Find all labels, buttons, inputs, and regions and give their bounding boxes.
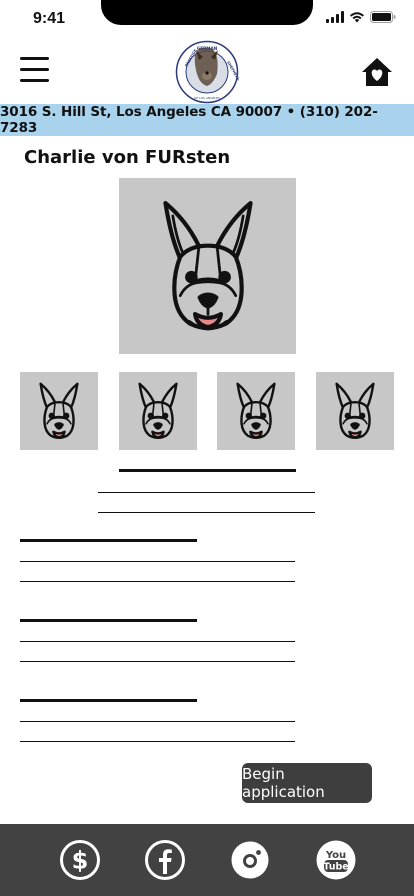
placeholder-heading-line bbox=[20, 619, 197, 622]
bottom-nav: $ You Tube bbox=[0, 824, 414, 896]
placeholder-text-line bbox=[20, 581, 295, 582]
dog-thumbnail-4[interactable] bbox=[316, 372, 394, 450]
main-dog-photo[interactable] bbox=[119, 178, 296, 354]
battery-icon bbox=[370, 11, 396, 23]
svg-text:Tube: Tube bbox=[323, 862, 348, 873]
cellular-signal-icon bbox=[326, 11, 344, 23]
placeholder-text-line bbox=[20, 661, 295, 662]
placeholder-heading-line bbox=[119, 469, 296, 472]
placeholder-heading-line bbox=[20, 539, 197, 542]
svg-text:GERMAN: GERMAN bbox=[197, 46, 218, 51]
placeholder-text-line bbox=[20, 721, 295, 722]
dog-thumbnail-1[interactable] bbox=[20, 372, 98, 450]
status-time: 9:41 bbox=[33, 10, 66, 27]
facebook-icon[interactable] bbox=[144, 839, 186, 881]
hamburger-menu-icon[interactable] bbox=[20, 57, 50, 83]
address-banner: 3016 S. Hill St, Los Angeles CA 90007 • … bbox=[0, 104, 414, 136]
german-shepherd-face-icon bbox=[162, 201, 253, 331]
address-text[interactable]: 3016 S. Hill St, Los Angeles CA 90007 • … bbox=[0, 104, 414, 136]
svg-text:OF LOS ANGELES: OF LOS ANGELES bbox=[194, 96, 220, 100]
placeholder-text-line bbox=[20, 641, 295, 642]
placeholder-text-line bbox=[98, 512, 315, 513]
dog-name-heading: Charlie von FURsten bbox=[24, 147, 231, 168]
app-header: GERMAN PRESTIGE SHEPHERD OF LOS ANGELES bbox=[0, 40, 414, 104]
begin-application-button[interactable]: Begin application bbox=[242, 763, 372, 803]
german-shepherd-face-icon bbox=[39, 382, 79, 439]
instagram-icon[interactable] bbox=[229, 839, 271, 881]
status-bar: 9:41 bbox=[0, 0, 414, 40]
svg-text:$: $ bbox=[72, 847, 89, 875]
placeholder-text-line bbox=[20, 561, 295, 562]
dog-thumbnail-2[interactable] bbox=[119, 372, 197, 450]
status-icons bbox=[326, 11, 396, 23]
german-shepherd-face-icon bbox=[236, 382, 276, 439]
wifi-icon bbox=[350, 12, 364, 23]
youtube-icon[interactable]: You Tube bbox=[315, 839, 357, 881]
dog-thumbnail-3[interactable] bbox=[217, 372, 295, 450]
house-heart-icon[interactable] bbox=[361, 56, 393, 88]
rescue-logo[interactable]: GERMAN PRESTIGE SHEPHERD OF LOS ANGELES bbox=[175, 40, 239, 104]
placeholder-text-line bbox=[20, 741, 295, 742]
device-notch bbox=[101, 0, 313, 25]
placeholder-heading-line bbox=[20, 699, 197, 702]
svg-text:You: You bbox=[325, 850, 346, 861]
german-shepherd-face-icon bbox=[138, 382, 178, 439]
dollar-icon[interactable]: $ bbox=[59, 839, 101, 881]
german-shepherd-face-icon bbox=[335, 382, 375, 439]
placeholder-text-line bbox=[98, 492, 315, 493]
